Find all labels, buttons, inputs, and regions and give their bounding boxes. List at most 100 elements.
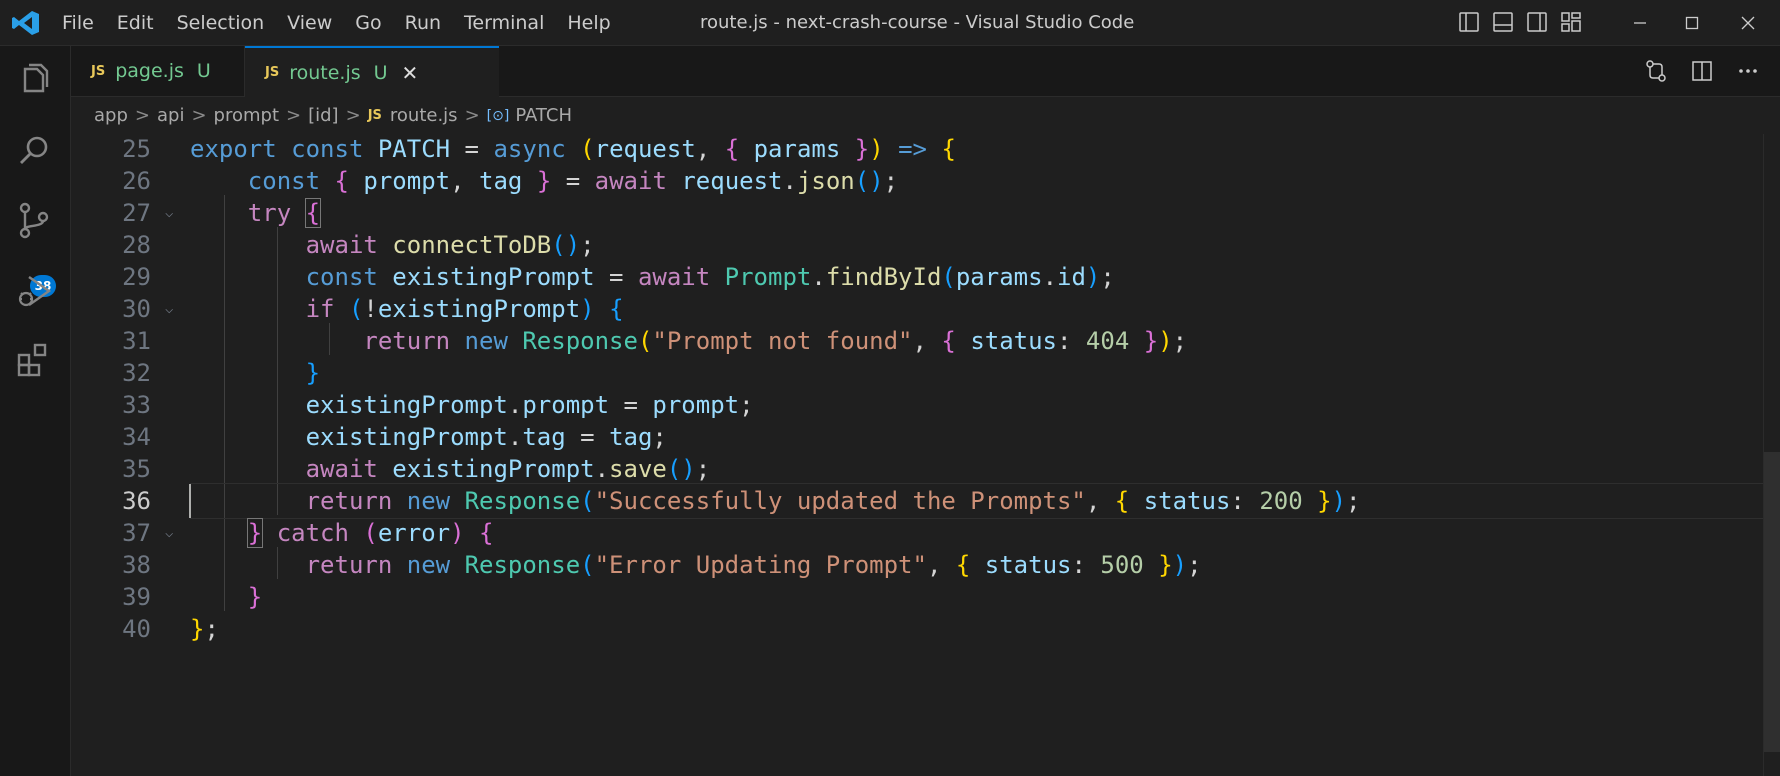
code-line[interactable]: 27 ⌵ try { — [71, 195, 1763, 231]
menu-help[interactable]: Help — [567, 12, 610, 34]
menu-go[interactable]: Go — [355, 12, 381, 34]
chevron-right-icon: > — [134, 105, 150, 126]
tab-label: page.js — [115, 60, 184, 82]
tab-label: route.js — [289, 61, 361, 84]
code-line[interactable]: 37 ⌵ } catch (error) { — [71, 515, 1763, 551]
line-number: 38 — [122, 551, 151, 579]
line-number: 36 — [122, 487, 151, 515]
close-window-button[interactable] — [1718, 0, 1778, 45]
minimize-button[interactable] — [1610, 0, 1670, 45]
toggle-panel-icon[interactable] — [1492, 11, 1514, 33]
window-title: route.js - next-crash-course - Visual St… — [700, 12, 1135, 33]
breadcrumb-file[interactable]: route.js — [390, 105, 458, 126]
activity-bar: 38 — [0, 46, 71, 776]
breadcrumb-item[interactable]: [id] — [308, 105, 338, 126]
toggle-secondary-sidebar-icon[interactable] — [1526, 11, 1548, 33]
line-number: 30 — [122, 295, 151, 323]
extensions-icon[interactable] — [15, 341, 55, 381]
close-tab-icon[interactable]: ✕ — [402, 61, 419, 85]
code-line[interactable]: 35 await existingPrompt.save(); — [71, 451, 1763, 487]
vscode-logo-icon — [12, 11, 39, 35]
variable-symbol-icon: [⊙] — [486, 107, 510, 124]
menu-run[interactable]: Run — [405, 12, 441, 34]
fold-chevron-icon[interactable]: ⌵ — [165, 515, 173, 551]
untracked-status: U — [373, 61, 388, 84]
line-number: 25 — [122, 135, 151, 163]
chevron-right-icon: > — [286, 105, 302, 126]
chevron-right-icon: > — [464, 105, 480, 126]
code-line[interactable]: 30 ⌵ if (!existingPrompt) { — [71, 291, 1763, 327]
code-text: return new Response("Error Updating Prom… — [305, 551, 1202, 579]
javascript-file-icon: JS — [367, 108, 382, 123]
breadcrumb-symbol[interactable]: PATCH — [515, 105, 572, 126]
code-line[interactable]: 34 existingPrompt.tag = tag; — [71, 419, 1763, 455]
scrollbar-thumb[interactable] — [1764, 452, 1780, 752]
code-text: return new Response("Prompt not found", … — [363, 327, 1188, 355]
code-text: if (!existingPrompt) { — [305, 295, 624, 323]
code-text: existingPrompt.prompt = prompt; — [305, 391, 754, 419]
minimize-icon — [1634, 21, 1646, 24]
code-text: } catch (error) { — [246, 518, 494, 548]
code-text: export const PATCH = async (request, { p… — [190, 135, 956, 163]
chevron-right-icon: > — [345, 105, 361, 126]
close-icon — [1741, 16, 1755, 29]
tab-route-js[interactable]: JS route.js U ✕ — [245, 46, 499, 97]
toggle-primary-sidebar-icon[interactable] — [1458, 11, 1480, 33]
line-number: 28 — [122, 231, 151, 259]
untracked-status: U — [196, 60, 211, 82]
code-text: const existingPrompt = await Prompt.find… — [305, 263, 1115, 291]
line-number: 37 — [122, 519, 151, 547]
split-editor-icon[interactable] — [1690, 59, 1714, 83]
menu-selection[interactable]: Selection — [177, 12, 265, 34]
code-line[interactable]: 25 export const PATCH = async (request, {… — [71, 131, 1763, 167]
line-number: 26 — [122, 167, 151, 195]
code-text: } — [247, 583, 263, 611]
code-line[interactable]: 26 const { prompt, tag } = await request… — [71, 163, 1763, 199]
code-line[interactable]: 39 } — [71, 579, 1763, 615]
code-editor[interactable]: 25 export const PATCH = async (request, {… — [71, 134, 1763, 776]
editor-actions — [1622, 59, 1760, 83]
more-actions-icon[interactable] — [1736, 59, 1760, 83]
line-number: 29 — [122, 263, 151, 291]
tab-page-js[interactable]: JS page.js U — [71, 46, 245, 96]
code-text: await connectToDB(); — [305, 231, 595, 259]
run-debug-icon[interactable] — [15, 271, 55, 311]
code-line[interactable]: 40}; — [71, 611, 1763, 647]
menu-file[interactable]: File — [62, 12, 94, 34]
code-text: try { — [247, 198, 322, 228]
code-line[interactable]: 33 existingPrompt.prompt = prompt; — [71, 387, 1763, 423]
breadcrumb-item[interactable]: app — [94, 105, 128, 126]
maximize-button[interactable] — [1662, 0, 1722, 45]
editor-tab-bar: JS page.js U JS route.js U ✕ — [71, 46, 1780, 97]
breadcrumb: app > api > prompt > [id] > JS route.js > [⊙]… — [94, 97, 572, 134]
breadcrumb-item[interactable]: api — [157, 105, 184, 126]
line-number: 35 — [122, 455, 151, 483]
open-changes-icon[interactable] — [1644, 59, 1668, 83]
menu-edit[interactable]: Edit — [117, 12, 154, 34]
code-line[interactable]: 32 } — [71, 355, 1763, 391]
line-number: 40 — [122, 615, 151, 643]
explorer-icon[interactable] — [15, 61, 55, 101]
code-line[interactable]: 28 await connectToDB(); — [71, 227, 1763, 263]
code-text: await existingPrompt.save(); — [305, 455, 711, 483]
title-bar: File Edit Selection View Go Run Terminal… — [0, 0, 1780, 46]
code-text: }; — [190, 615, 219, 643]
breadcrumb-item[interactable]: prompt — [214, 105, 279, 126]
source-control-icon[interactable] — [15, 201, 55, 241]
layout-controls — [1458, 11, 1594, 33]
line-number: 39 — [122, 583, 151, 611]
code-line[interactable]: 31 return new Response("Prompt not found… — [71, 323, 1763, 359]
maximize-icon — [1685, 16, 1699, 29]
customize-layout-icon[interactable] — [1560, 11, 1582, 33]
code-line[interactable]: 38 return new Response("Error Updating P… — [71, 547, 1763, 583]
menu-view[interactable]: View — [287, 12, 332, 34]
code-text: const { prompt, tag } = await request.js… — [247, 167, 899, 195]
menu-terminal[interactable]: Terminal — [464, 12, 544, 34]
code-line[interactable]: 36 return new Response("Successfully upd… — [71, 483, 1763, 519]
fold-chevron-icon[interactable]: ⌵ — [165, 291, 173, 327]
code-line[interactable]: 29 const existingPrompt = await Prompt.f… — [71, 259, 1763, 295]
fold-chevron-icon[interactable]: ⌵ — [165, 195, 173, 231]
search-icon[interactable] — [15, 131, 55, 171]
code-text: existingPrompt.tag = tag; — [305, 423, 667, 451]
code-text: return new Response("Successfully update… — [305, 487, 1361, 515]
